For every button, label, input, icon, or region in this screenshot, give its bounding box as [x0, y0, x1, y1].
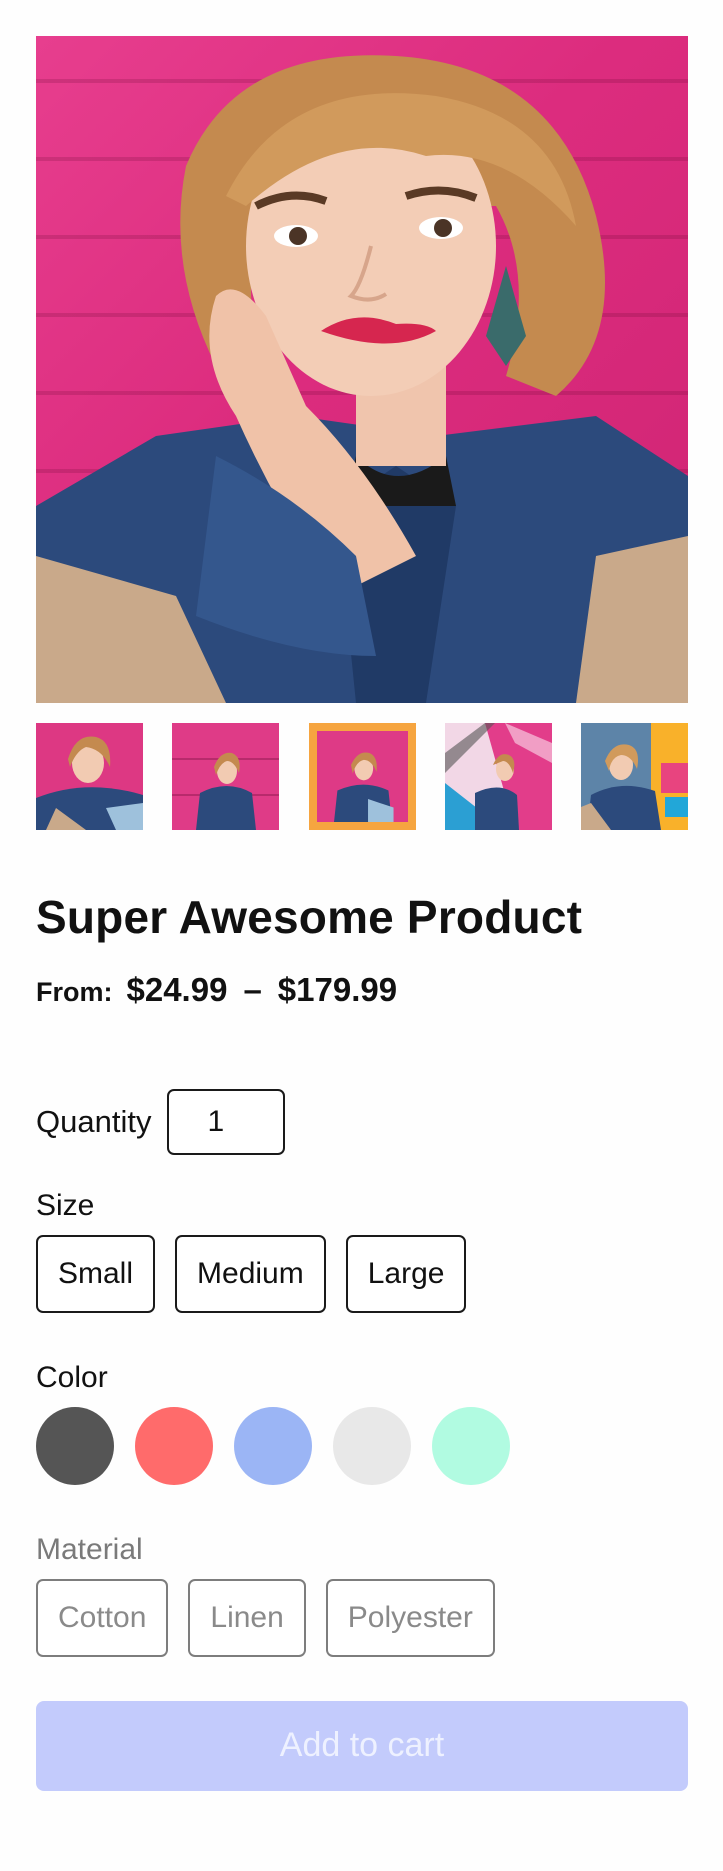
thumbnail-strip — [36, 723, 688, 830]
size-options: Small Medium Large — [36, 1234, 688, 1313]
color-swatch-light-gray[interactable] — [333, 1406, 411, 1485]
product-page: Super Awesome Product From: $24.99 – $17… — [36, 36, 688, 1791]
color-swatch-blue[interactable] — [234, 1406, 312, 1485]
size-large-button[interactable]: Large — [345, 1234, 467, 1313]
thumbnail-2[interactable] — [172, 723, 280, 830]
thumbnail-4[interactable] — [444, 723, 552, 830]
color-swatch-coral[interactable] — [135, 1406, 213, 1485]
color-swatch-dark-gray[interactable] — [36, 1406, 114, 1485]
quantity-row: Quantity — [36, 1088, 688, 1155]
size-medium-button[interactable]: Medium — [175, 1234, 326, 1313]
product-title: Super Awesome Product — [36, 891, 583, 943]
product-main-image[interactable] — [36, 36, 688, 703]
material-label: Material — [36, 1532, 143, 1566]
size-label: Size — [36, 1188, 95, 1222]
material-cotton-button[interactable]: Cotton — [36, 1578, 169, 1657]
price-separator: – — [243, 970, 262, 1008]
material-linen-button[interactable]: Linen — [188, 1578, 306, 1657]
size-small-button[interactable]: Small — [36, 1234, 156, 1313]
material-polyester-button[interactable]: Polyester — [325, 1578, 495, 1657]
add-to-cart-button[interactable]: Add to cart — [36, 1700, 688, 1791]
color-swatches — [36, 1406, 688, 1485]
quantity-input[interactable] — [167, 1088, 286, 1155]
price-max: $179.99 — [277, 970, 398, 1008]
color-swatch-mint[interactable] — [432, 1406, 510, 1485]
thumbnail-3-selected[interactable] — [308, 723, 416, 830]
quantity-label: Quantity — [36, 1103, 152, 1139]
color-label: Color — [36, 1360, 108, 1394]
price-prefix: From: — [36, 976, 113, 1007]
material-options: Cotton Linen Polyester — [36, 1578, 688, 1657]
price-range: From: $24.99 – $179.99 — [36, 971, 688, 1009]
thumbnail-1[interactable] — [36, 723, 143, 830]
thumbnail-5[interactable] — [581, 723, 688, 830]
price-min: $24.99 — [126, 970, 228, 1008]
portrait-illustration — [36, 55, 688, 703]
